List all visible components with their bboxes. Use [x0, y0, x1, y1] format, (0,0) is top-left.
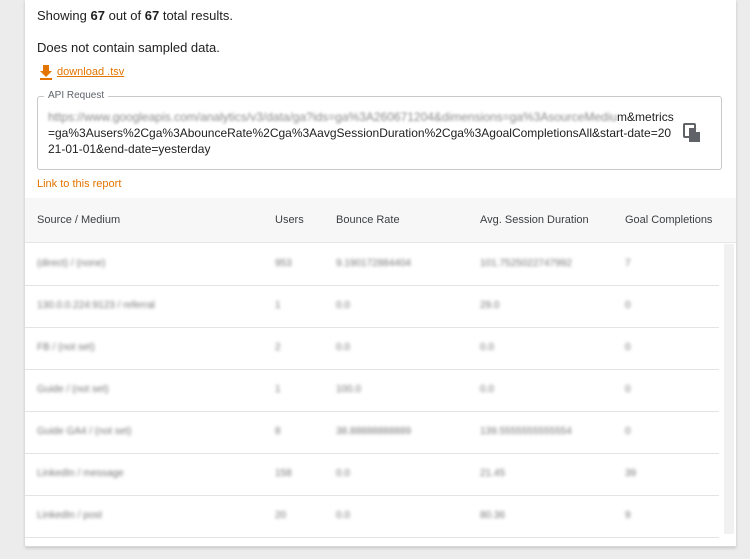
cell-source-medium: LinkedIn / post: [37, 510, 103, 521]
cell-avg-session-duration: 0.0: [480, 342, 494, 353]
header-users[interactable]: Users: [275, 214, 304, 226]
cell-bounce-rate: 0.0: [336, 300, 350, 311]
cell-goal-completions: 7: [625, 258, 631, 269]
cell-avg-session-duration: 0.0: [480, 384, 494, 395]
cell-avg-session-duration: 139.5555555555554: [480, 426, 572, 437]
cell-bounce-rate: 0.0: [336, 342, 350, 353]
api-request-legend: API Request: [44, 90, 109, 101]
cell-users: 1: [275, 384, 281, 395]
results-card: Showing 67 out of 67 total results. Does…: [25, 0, 736, 547]
link-to-report[interactable]: Link to this report: [37, 178, 121, 190]
cell-users: 20: [275, 510, 287, 521]
table-row: LinkedIn / message 158 0.0 21.45 39: [25, 453, 719, 496]
cell-users: 2: [275, 342, 281, 353]
report-page: Showing 67 out of 67 total results. Does…: [0, 0, 750, 559]
cell-users: 1: [275, 300, 281, 311]
cell-bounce-rate: 0.0: [336, 510, 350, 521]
cell-goal-completions: 0: [625, 342, 631, 353]
api-request-url-blurred: https://www.googleapis.com/analytics/v3/…: [48, 110, 618, 124]
download-tsv-link[interactable]: download .tsv: [39, 64, 124, 80]
header-goal-completions[interactable]: Goal Completions: [625, 214, 712, 226]
cell-goal-completions: 0: [625, 426, 631, 437]
download-icon: [40, 65, 52, 80]
table-row: (direct) / (none) 953 9.190172884404 101…: [25, 243, 719, 286]
sampled-note: Does not contain sampled data.: [37, 40, 220, 55]
cell-bounce-rate: 100.0: [336, 384, 362, 395]
cell-users: 8: [275, 426, 281, 437]
table-row: 130.0.0.224:9123 / referral 1 0.0 29.0 0: [25, 285, 719, 328]
results-summary: Showing 67 out of 67 total results.: [37, 8, 233, 23]
api-request-text[interactable]: https://www.googleapis.com/analytics/v3/…: [48, 109, 674, 157]
shown-count: 67: [90, 8, 105, 23]
cell-bounce-rate: 38.88888888889: [336, 426, 412, 437]
cell-avg-session-duration: 29.0: [480, 300, 500, 311]
cell-source-medium: FB / (not set): [37, 342, 95, 353]
cell-bounce-rate: 9.190172884404: [336, 258, 412, 269]
cell-goal-completions: 39: [625, 468, 637, 479]
header-source-medium[interactable]: Source / Medium: [37, 214, 120, 226]
table-row: LinkedIn / post 20 0.0 80.36 9: [25, 495, 719, 538]
api-request-box: API Request https://www.googleapis.com/a…: [37, 90, 722, 170]
cell-users: 953: [275, 258, 292, 269]
table-row: FB / (not set) 2 0.0 0.0 0: [25, 327, 719, 370]
cell-avg-session-duration: 101.7525022747992: [480, 258, 572, 269]
cell-users: 158: [275, 468, 292, 479]
download-label[interactable]: download .tsv: [57, 66, 124, 78]
cell-source-medium: Guide / (not set): [37, 384, 109, 395]
header-avg-session-duration[interactable]: Avg. Session Duration: [480, 214, 589, 226]
header-bounce-rate[interactable]: Bounce Rate: [336, 214, 400, 226]
summary-middle: out of: [108, 8, 142, 23]
cell-goal-completions: 0: [625, 300, 631, 311]
table-header-row: Source / Medium Users Bounce Rate Avg. S…: [25, 198, 736, 243]
cell-source-medium: Guide GA4 / (not set): [37, 426, 132, 437]
cell-source-medium: 130.0.0.224:9123 / referral: [37, 300, 155, 311]
cell-bounce-rate: 0.0: [336, 468, 350, 479]
cell-source-medium: LinkedIn / message: [37, 468, 124, 479]
cell-source-medium: (direct) / (none): [37, 258, 106, 269]
table-scrollbar[interactable]: [724, 244, 734, 534]
table-row: Guide / (not set) 1 100.0 0.0 0: [25, 369, 719, 412]
summary-suffix: total results.: [162, 8, 233, 23]
copy-icon[interactable]: [683, 123, 701, 143]
table-row: Guide GA4 / (not set) 8 38.88888888889 1…: [25, 411, 719, 454]
summary-prefix: Showing: [37, 8, 87, 23]
cell-goal-completions: 0: [625, 384, 631, 395]
total-count: 67: [144, 8, 160, 23]
cell-goal-completions: 9: [625, 510, 631, 521]
cell-avg-session-duration: 80.36: [480, 510, 506, 521]
cell-avg-session-duration: 21.45: [480, 468, 506, 479]
